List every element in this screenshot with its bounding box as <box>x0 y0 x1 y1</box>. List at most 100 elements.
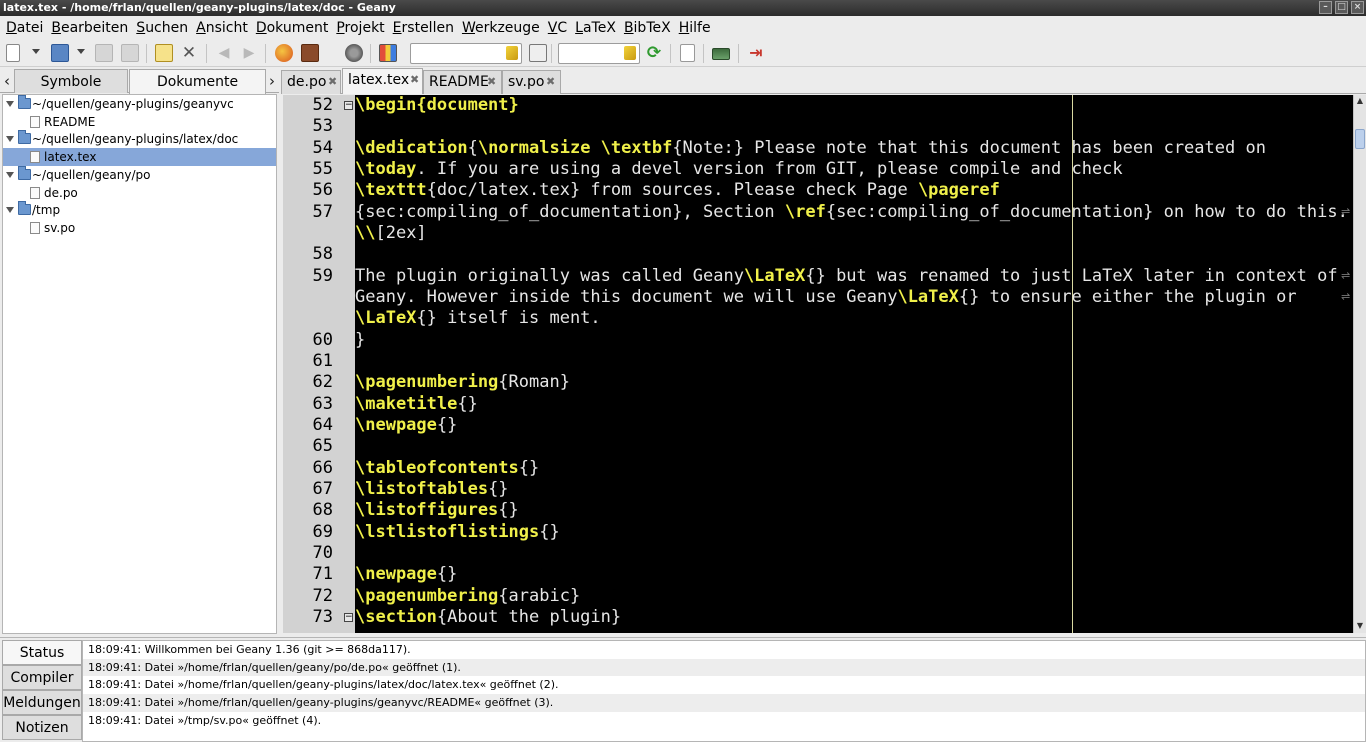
code-line[interactable]: \newpage{} <box>355 415 1353 436</box>
preferences-icon[interactable] <box>680 44 695 62</box>
code-text: {} <box>498 500 519 521</box>
menu-suchen[interactable]: Suchen <box>132 17 192 39</box>
save-icon[interactable] <box>95 44 113 62</box>
color-chooser-icon[interactable] <box>379 44 397 62</box>
tab-status[interactable]: Status <box>2 640 82 665</box>
code-line[interactable]: {sec:compiling_of_documentation}, Sectio… <box>355 202 1353 223</box>
tab-notizen[interactable]: Notizen <box>2 715 82 740</box>
close-tab-icon[interactable]: ✖ <box>328 71 337 93</box>
fold-toggle-icon[interactable]: − <box>344 101 353 110</box>
new-file-icon[interactable] <box>6 44 20 62</box>
close-file-icon[interactable]: ✕ <box>180 44 198 62</box>
code-text: { <box>467 137 478 158</box>
menu-hilfe[interactable]: Hilfe <box>675 17 715 39</box>
quit-icon[interactable]: ⇥ <box>747 44 765 62</box>
tree-file-readme[interactable]: README <box>3 113 276 131</box>
menu-erstellen[interactable]: Erstellen <box>389 17 458 39</box>
expander-icon[interactable] <box>6 136 14 143</box>
menu-bearbeiten[interactable]: Bearbeiten <box>47 17 132 39</box>
code-line[interactable]: \begin{document} <box>355 95 1353 116</box>
navigate-forward-icon[interactable]: ▶ <box>240 44 258 62</box>
goto-line-icon[interactable]: ⟳ <box>645 44 663 62</box>
code-line[interactable]: \dedication{\normalsize \textbf{Note:} P… <box>355 138 1353 159</box>
tab-de-po[interactable]: de.po ✖ <box>281 70 341 94</box>
compile-icon[interactable] <box>275 44 293 62</box>
tree-label: README <box>44 114 96 129</box>
code-line[interactable]: } <box>355 330 1353 351</box>
tree-file-sv-po[interactable]: sv.po <box>3 219 276 237</box>
tree-folder-latex-doc[interactable]: ~/quellen/geany-plugins/latex/doc <box>3 130 276 148</box>
scrollbar-thumb[interactable] <box>1355 129 1365 149</box>
status-message: 18:09:41: Datei »/tmp/sv.po« geöffnet (4… <box>88 713 322 727</box>
code-line[interactable]: \section{About the plugin} <box>355 607 1353 628</box>
menu-dokument[interactable]: Dokument <box>252 17 333 39</box>
tab-sv-po[interactable]: sv.po ✖ <box>502 70 561 94</box>
tab-symbole[interactable]: Symbole <box>14 69 128 93</box>
code-line[interactable]: The plugin originally was called Geany\L… <box>355 266 1353 287</box>
code-line[interactable]: \pagenumbering{arabic} <box>355 586 1353 607</box>
menu-werkzeuge[interactable]: Werkzeuge <box>458 17 544 39</box>
line-number: 69 <box>312 521 333 542</box>
terminal-icon[interactable] <box>712 48 730 60</box>
menu-vc[interactable]: VC <box>544 17 571 39</box>
clear-search-icon[interactable] <box>506 46 518 60</box>
menu-datei[interactable]: Datei <box>2 17 47 39</box>
minimize-button[interactable]: – <box>1319 1 1332 14</box>
code-line[interactable]: \texttt{doc/latex.tex} from sources. Ple… <box>355 180 1353 201</box>
tab-readme[interactable]: README ✖ <box>423 70 502 94</box>
code-line[interactable]: \listoffigures{} <box>355 500 1353 521</box>
code-line[interactable]: \tableofcontents{} <box>355 458 1353 479</box>
code-line[interactable]: \today. If you are using a devel version… <box>355 159 1353 180</box>
build-icon[interactable] <box>301 44 319 62</box>
navigate-back-icon[interactable]: ◀ <box>215 44 233 62</box>
close-window-button[interactable]: × <box>1351 1 1364 14</box>
sidebar-tab-next-icon[interactable]: › <box>266 71 278 91</box>
tab-latex-tex[interactable]: latex.tex ✖ <box>342 68 423 94</box>
expander-icon[interactable] <box>6 207 14 214</box>
expander-icon[interactable] <box>6 101 14 107</box>
close-tab-icon[interactable]: ✖ <box>410 69 419 91</box>
menu-ansicht[interactable]: Ansicht <box>192 17 252 39</box>
code-line[interactable]: \pagenumbering{Roman} <box>355 372 1353 393</box>
tree-file-de-po[interactable]: de.po <box>3 184 276 202</box>
find-icon[interactable] <box>529 44 547 62</box>
code-editor[interactable]: 52 53 54 55 56 57 58 59 60 61 62 63 64 65 66 67 68 69 70 71… <box>283 95 1353 633</box>
menu-bibtex[interactable]: BibTeX <box>620 17 675 39</box>
open-file-icon[interactable] <box>51 44 69 62</box>
file-icon <box>30 221 40 234</box>
open-recent-dropdown-icon[interactable] <box>77 49 85 54</box>
expander-icon[interactable] <box>6 171 14 178</box>
revert-icon[interactable] <box>155 44 173 62</box>
tree-folder-geany-po[interactable]: ~/quellen/geany/po <box>3 165 276 184</box>
editor-scrollbar[interactable]: ▲ ▼ <box>1353 95 1366 633</box>
sidebar-tab-prev-icon[interactable]: ‹ <box>1 71 13 91</box>
code-line[interactable]: \listoftables{} <box>355 479 1353 500</box>
fold-toggle-icon[interactable]: − <box>344 612 353 622</box>
scroll-up-icon[interactable]: ▲ <box>1355 96 1365 106</box>
code-line[interactable]: Geany. However inside this document we w… <box>355 287 1353 308</box>
status-log[interactable]: 18:09:41: Willkommen bei Geany 1.36 (git… <box>82 640 1366 742</box>
tab-meldungen[interactable]: Meldungen <box>2 690 82 715</box>
tree-file-latex-tex[interactable]: latex.tex <box>3 148 276 167</box>
tab-compiler[interactable]: Compiler <box>2 665 82 690</box>
close-tab-icon[interactable]: ✖ <box>487 71 496 93</box>
tab-dokumente[interactable]: Dokumente <box>129 69 266 94</box>
menu-latex[interactable]: LaTeX <box>571 17 620 39</box>
fold-margin[interactable]: − − <box>339 95 355 633</box>
tree-folder-tmp[interactable]: /tmp <box>3 201 276 219</box>
menu-projekt[interactable]: Projekt <box>332 17 388 39</box>
maximize-button[interactable]: □ <box>1335 1 1348 14</box>
code-line[interactable]: \lstlistoflistings{} <box>355 522 1353 543</box>
scroll-down-icon[interactable]: ▼ <box>1355 621 1365 631</box>
save-all-icon[interactable] <box>121 44 139 62</box>
tree-folder-geanyvc[interactable]: ~/quellen/geany-plugins/geanyvc <box>3 95 276 113</box>
close-tab-icon[interactable]: ✖ <box>546 71 555 93</box>
code-line[interactable]: \newpage{} <box>355 564 1353 585</box>
code-text: {} <box>518 457 540 478</box>
code-line[interactable]: \\[2ex] <box>355 223 1353 244</box>
code-line[interactable]: \LaTeX{} itself is ment. <box>355 308 1353 329</box>
code-line[interactable]: \maketitle{} <box>355 394 1353 415</box>
new-file-dropdown-icon[interactable] <box>32 49 40 54</box>
clear-goto-icon[interactable] <box>624 46 636 60</box>
run-execute-icon[interactable] <box>345 44 363 62</box>
